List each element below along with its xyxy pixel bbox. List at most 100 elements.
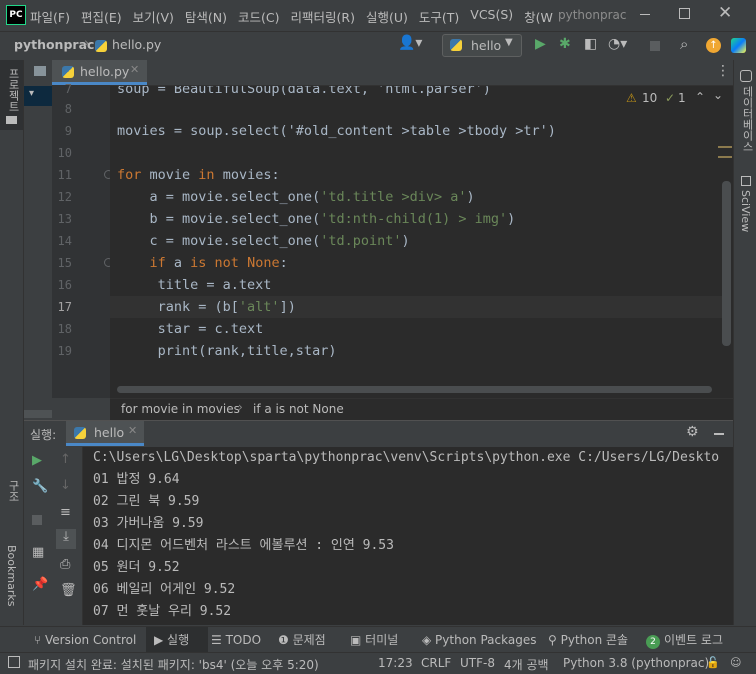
close-icon[interactable]: ✕ [130, 63, 139, 76]
line-number: 10 [57, 146, 72, 160]
horizontal-scrollbar[interactable] [117, 386, 712, 393]
line-separator[interactable]: CRLF [421, 656, 451, 670]
tab-run-hello[interactable]: hello ✕ [66, 421, 144, 446]
bookmarks-tool-button[interactable]: Bookmarks [0, 545, 23, 625]
layout-icon[interactable]: ▦ [32, 545, 44, 560]
tab-problems[interactable]: ❶ 문제점 [278, 627, 326, 653]
file-encoding[interactable]: UTF-8 [460, 656, 495, 670]
chevron-down-icon[interactable]: ⌄ [713, 88, 723, 102]
run-console[interactable]: C:\Users\LG\Desktop\sparta\pythonprac\ve… [83, 447, 733, 625]
gear-icon[interactable]: ⚙ [686, 424, 699, 440]
breadcrumb-item[interactable]: if a is not None [253, 402, 344, 416]
stop-icon[interactable] [32, 515, 42, 525]
caret-position[interactable]: 17:23 [378, 656, 413, 670]
wrench-icon[interactable]: 🔧 [32, 479, 48, 494]
breadcrumb-project[interactable]: pythonprac [14, 37, 94, 52]
user-icon[interactable]: 👤▾ [398, 35, 422, 51]
line-number: 12 [57, 190, 72, 204]
run-config-select[interactable]: hello ▼ [442, 34, 522, 57]
menu-file[interactable]: 파일(F) [30, 7, 70, 26]
menu-edit[interactable]: 편집(E) [81, 7, 122, 26]
tab-run[interactable]: ▶ 실행 [146, 627, 208, 653]
jetbrains-icon[interactable] [731, 38, 746, 53]
breadcrumb-item[interactable]: for movie in movies [121, 402, 240, 416]
minimize-button[interactable] [640, 14, 650, 15]
close-button[interactable]: ✕ [718, 3, 732, 23]
line-number: 13 [57, 212, 72, 226]
project-tool-label: 프로젝트 [7, 68, 20, 112]
scroll-to-end-icon[interactable]: ⤓ [56, 529, 76, 549]
editor-gutter: 7 8 9 10 11 12 13 14 15 16 17 18 19 [52, 82, 113, 398]
run-toolbar: ▶ ↑ 🔧 ↓ ≡ ⤓ ▦ ⎙ 📌 🗑 [24, 447, 83, 625]
sciview-tool-label[interactable]: SciView [739, 190, 752, 232]
coverage-icon[interactable]: ◧ [584, 36, 597, 52]
breadcrumb-file[interactable]: hello.py [112, 37, 161, 52]
vertical-scrollbar[interactable] [722, 181, 731, 346]
menu-navigate[interactable]: 탐색(N) [185, 7, 227, 26]
stop-icon[interactable] [650, 41, 660, 51]
structure-tool-button[interactable]: 구조 [0, 480, 23, 535]
arrow-down-icon[interactable]: ↓ [60, 478, 71, 493]
pin-icon[interactable]: 📌 [32, 577, 48, 592]
close-icon[interactable]: ✕ [128, 424, 137, 437]
database-icon [740, 70, 752, 82]
chevron-right-icon: › [238, 400, 243, 414]
code-line-9: movies = soup.select('#old_content >tabl… [117, 123, 556, 139]
right-tool-strip: 데이터베이스 SciView [733, 60, 756, 625]
project-selected-row[interactable]: ▾ [24, 86, 52, 106]
interpreter-select[interactable]: Python 3.8 (pythonprac) [563, 656, 709, 670]
line-number: 9 [64, 124, 72, 138]
menu-window[interactable]: 창(W [524, 7, 553, 26]
soft-wrap-icon[interactable]: ≡ [60, 505, 71, 520]
structure-tool-label: 구조 [7, 480, 20, 502]
database-tool-label[interactable]: 데이터베이스 [739, 86, 755, 152]
layout-icon[interactable] [8, 656, 20, 668]
console-line: C:\Users\LG\Desktop\sparta\pythonprac\ve… [93, 450, 720, 465]
minimize-panel-icon[interactable] [714, 433, 724, 435]
update-icon[interactable]: ↑ [706, 38, 721, 53]
run-icon[interactable]: ▶ [535, 36, 546, 52]
project-panel-collapsed: ▾ [24, 60, 52, 420]
profile-icon[interactable]: ◔▾ [608, 36, 627, 52]
scrollbar[interactable] [24, 410, 52, 418]
chevron-down-icon: ▾ [29, 88, 35, 99]
menu-view[interactable]: 보기(V) [133, 7, 174, 26]
menu-code[interactable]: 코드(C) [238, 7, 279, 26]
tab-event-log[interactable]: 2 이벤트 로그 [646, 627, 723, 653]
rerun-icon[interactable]: ▶ [32, 453, 42, 468]
chevron-up-icon[interactable]: ⌃ [695, 90, 705, 104]
run-panel-header: 실행: hello ✕ ⚙ [24, 420, 733, 448]
inspector-icon[interactable]: ☺ [730, 656, 741, 669]
menu-tools[interactable]: 도구(T) [419, 7, 459, 26]
console-line: 02 그린 북 9.59 [93, 494, 200, 509]
folder-icon[interactable] [34, 66, 46, 76]
arrow-up-icon[interactable]: ↑ [60, 452, 71, 467]
run-label: 실행: [30, 428, 57, 442]
run-tab-label: hello [94, 425, 125, 440]
event-count-badge: 2 [646, 635, 660, 649]
debug-icon[interactable]: ✱ [559, 36, 571, 52]
menu-run[interactable]: 실행(U) [366, 7, 408, 26]
search-icon[interactable]: ⌕ [680, 35, 688, 53]
code-line-16: title = a.text [117, 277, 272, 293]
tab-version-control[interactable]: ⑂ Version Control [34, 627, 136, 653]
tab-python-console[interactable]: ⚲ Python 콘솔 [548, 627, 628, 653]
code-editor[interactable]: soup = BeautifulSoup(data.text, 'html.pa… [110, 86, 733, 398]
maximize-button[interactable] [679, 8, 690, 19]
chevron-down-icon: ▼ [505, 37, 513, 48]
menu-vcs[interactable]: VCS(S) [470, 7, 513, 26]
more-icon[interactable]: ⋮ [716, 63, 730, 79]
lock-icon[interactable]: 🔓 [706, 656, 720, 669]
trash-icon[interactable]: 🗑 [60, 583, 77, 598]
navigation-bar: pythonprac › hello.py 👤▾ hello ▼ ▶ ✱ ◧ ◔… [0, 31, 756, 61]
tab-todo[interactable]: ☰ TODO [211, 627, 261, 653]
tab-python-packages[interactable]: ◈ Python Packages [422, 627, 536, 653]
status-message[interactable]: 패키지 설치 완료: 설치된 패키지: 'bs4' (오늘 오후 5:20) [28, 656, 319, 673]
tab-terminal[interactable]: ▣ 터미널 [350, 627, 398, 653]
inspection-widget[interactable]: ⚠ 10 ✓ 1 ⌃ ⌄ [620, 88, 730, 110]
menu-refactor[interactable]: 리팩터링(R) [291, 7, 355, 26]
project-tool-button[interactable]: 프로젝트 [0, 60, 23, 130]
sciview-icon [741, 176, 751, 186]
indent-setting[interactable]: 4개 공백 [504, 656, 549, 673]
print-icon[interactable]: ⎙ [60, 557, 70, 572]
